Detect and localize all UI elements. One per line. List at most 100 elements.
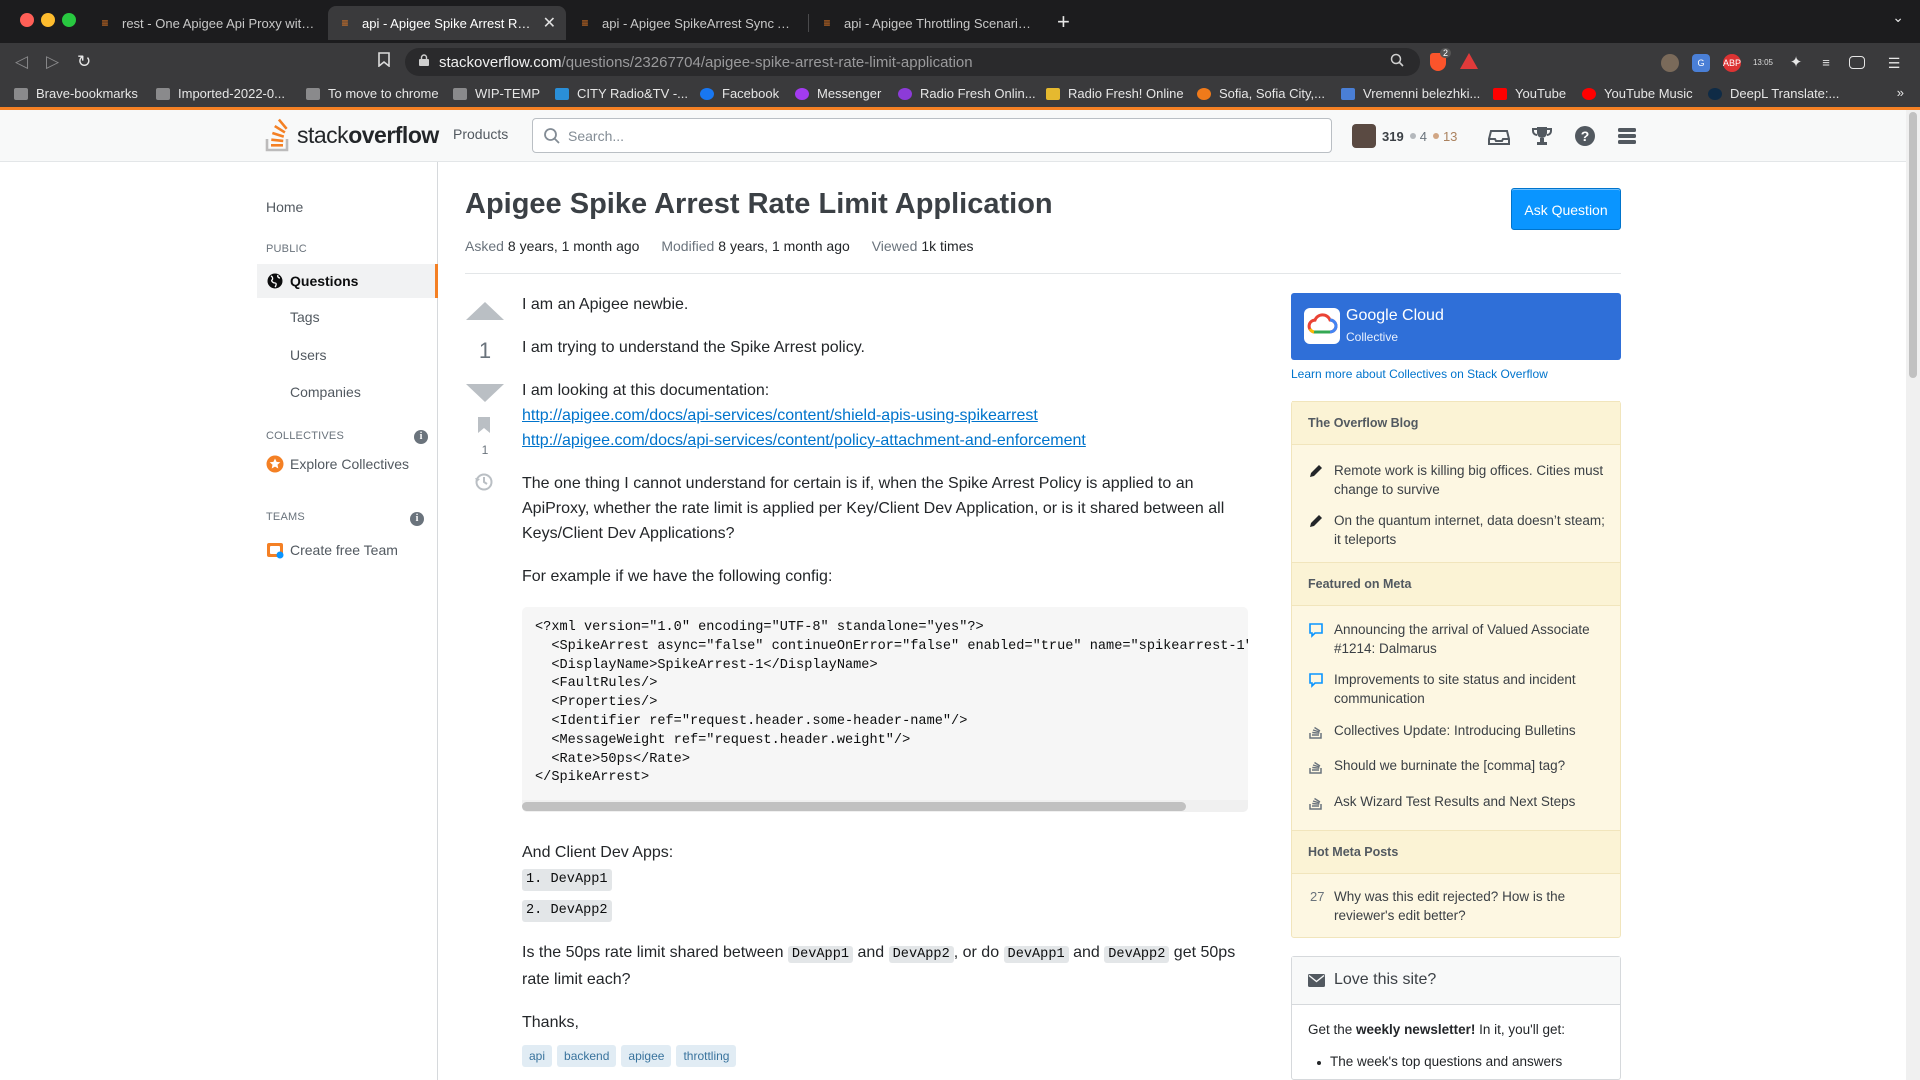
extension-adblock-icon[interactable]: ABP — [1723, 54, 1741, 72]
code-scrollbar-thumb[interactable] — [522, 802, 1186, 811]
meta-item-text[interactable]: Improvements to site status and incident… — [1334, 670, 1614, 708]
zoom-icon[interactable] — [1390, 53, 1404, 71]
extension-owl-icon[interactable] — [1661, 54, 1679, 72]
radio-fresh-icon — [1046, 87, 1060, 100]
bookmark-folder[interactable]: Brave-bookmarks — [14, 86, 138, 101]
meta-item-text[interactable]: Ask Wizard Test Results and Next Steps — [1334, 792, 1614, 811]
nav-explore-collectives[interactable]: Explore Collectives — [266, 455, 409, 473]
wallet-icon[interactable] — [1849, 56, 1865, 69]
pencil-icon — [1310, 465, 1322, 477]
newsletter-text: Get the weekly newsletter! In it, you'll… — [1308, 1022, 1565, 1037]
window-minimize-button[interactable] — [41, 13, 55, 27]
bookmark-link[interactable]: Radio Fresh! Online — [1046, 86, 1184, 101]
browser-tab-3[interactable]: ≡ api - Apigee SpikeArrest Sync Acros — [568, 6, 806, 40]
nav-questions[interactable]: Questions — [257, 264, 438, 298]
nav-users[interactable]: Users — [290, 347, 327, 363]
user-card[interactable]: 319 4 13 — [1352, 124, 1457, 148]
extension-translate-icon[interactable]: G — [1692, 54, 1710, 72]
meta-item-text[interactable]: Collectives Update: Introducing Bulletin… — [1334, 721, 1614, 740]
collectives-info-icon[interactable]: i — [414, 430, 428, 444]
browser-menu-icon[interactable]: ☰ — [1885, 54, 1903, 72]
search-input[interactable] — [568, 126, 1308, 146]
bookmark-link[interactable]: YouTube — [1493, 86, 1566, 101]
forward-arrow-icon[interactable]: ▷ — [46, 52, 59, 72]
window-close-button[interactable] — [20, 13, 34, 27]
collective-name[interactable]: Google Cloud — [1346, 307, 1444, 325]
extensions-puzzle-icon[interactable]: ✦ — [1787, 54, 1805, 72]
post-paragraph: I am looking at this documentation: http… — [522, 378, 1248, 453]
bookmark-link[interactable]: Sofia, Sofia City,... — [1197, 86, 1325, 101]
site-search[interactable] — [532, 118, 1332, 153]
question-title[interactable]: Apigee Spike Arrest Rate Limit Applicati… — [465, 188, 1053, 221]
tab-separator — [808, 14, 809, 32]
browser-tab-1[interactable]: ≡ rest - One Apigee Api Proxy with a c — [88, 6, 326, 40]
tab-list-chevron-icon[interactable]: ⌄ — [1892, 9, 1904, 26]
brave-rewards-icon[interactable] — [1460, 53, 1478, 69]
logo-wordmark: stackoverflow — [297, 121, 439, 148]
browser-tab-4[interactable]: ≡ api - Apigee Throttling Scenario - S — [810, 6, 1048, 40]
browser-tab-2-active[interactable]: ≡ api - Apigee Spike Arrest Rate L ✕ — [328, 6, 566, 40]
code-block[interactable]: <?xml version="1.0" encoding="UTF-8" sta… — [522, 607, 1248, 812]
window-zoom-button[interactable] — [62, 13, 76, 27]
back-arrow-icon[interactable]: ◁ — [15, 52, 28, 72]
bookmark-link[interactable]: YouTube Music — [1582, 86, 1693, 101]
nav-create-team[interactable]: Create free Team — [266, 541, 398, 559]
blog-item-text[interactable]: On the quantum internet, data doesn’t st… — [1334, 511, 1614, 549]
bookmark-link[interactable]: CITY Radio&TV -... — [555, 86, 688, 101]
ask-question-button[interactable]: Ask Question — [1511, 188, 1621, 230]
bookmark-folder[interactable]: To move to chrome — [306, 86, 439, 101]
bookmark-folder[interactable]: WIP-TEMP — [453, 86, 540, 101]
nav-companies[interactable]: Companies — [290, 384, 361, 400]
modified-value[interactable]: 8 years, 1 month ago — [718, 238, 850, 254]
downvote-arrow-icon[interactable] — [466, 384, 504, 402]
bookmark-page-icon[interactable] — [378, 52, 390, 71]
url-text: stackoverflow.com/questions/23267704/api… — [439, 54, 973, 71]
history-icon[interactable] — [474, 472, 494, 492]
achievements-trophy-icon[interactable] — [1531, 125, 1553, 147]
page-scrollbar[interactable] — [1906, 110, 1920, 1080]
collective-card[interactable]: Google Cloud Collective — [1291, 293, 1621, 360]
inline-code: DevApp2 — [888, 946, 954, 963]
post-text: , or do — [953, 944, 1004, 961]
meta-item-text[interactable]: Should we burninate the [comma] tag? — [1334, 756, 1614, 775]
code-horizontal-scrollbar[interactable] — [522, 800, 1248, 812]
bookmark-icon[interactable] — [477, 416, 491, 434]
products-menu[interactable]: Products — [453, 126, 508, 142]
reading-list-icon[interactable]: ≡ — [1817, 54, 1835, 72]
teams-info-icon[interactable]: i — [410, 512, 424, 526]
learn-more-collectives-link[interactable]: Learn more about Collectives on Stack Ov… — [1291, 367, 1548, 381]
inbox-icon[interactable] — [1488, 125, 1510, 147]
bookmark-link[interactable]: Messenger — [795, 86, 881, 101]
new-tab-button[interactable]: + — [1057, 9, 1070, 35]
bookmark-link[interactable]: Facebook — [700, 86, 779, 101]
globe-icon — [267, 273, 283, 289]
doc-link-policy-attachment[interactable]: http://apigee.com/docs/api-services/cont… — [522, 428, 1248, 453]
nav-home[interactable]: Home — [266, 199, 303, 215]
hot-meta-text[interactable]: Why was this edit rejected? How is the r… — [1334, 887, 1614, 925]
upvote-arrow-icon[interactable] — [466, 302, 504, 320]
tag-apigee[interactable]: apigee — [621, 1045, 672, 1067]
reload-icon[interactable]: ↻ — [77, 52, 91, 72]
bookmark-link[interactable]: Vremenni belezhki... — [1341, 86, 1480, 101]
site-switcher-icon[interactable] — [1616, 125, 1638, 147]
nav-tags[interactable]: Tags — [290, 309, 320, 325]
tag-backend[interactable]: backend — [557, 1045, 617, 1067]
bookmark-link[interactable]: DeepL Translate:... — [1708, 86, 1839, 101]
doc-link-spikearrest[interactable]: http://apigee.com/docs/api-services/cont… — [522, 403, 1248, 428]
tag-api[interactable]: api — [522, 1045, 553, 1067]
blog-item-text[interactable]: Remote work is killing big offices. Citi… — [1334, 461, 1614, 499]
bookmark-link[interactable]: Radio Fresh Onlin... — [898, 86, 1036, 101]
help-icon[interactable]: ? — [1574, 125, 1596, 147]
page-scrollbar-thumb[interactable] — [1909, 112, 1917, 378]
stackoverflow-logo-icon — [265, 118, 289, 152]
bookmark-folder[interactable]: Imported-2022-0... — [156, 86, 285, 101]
meta-item-text[interactable]: Announcing the arrival of Valued Associa… — [1334, 620, 1614, 658]
extension-clock-icon[interactable]: 13:05 — [1751, 54, 1775, 72]
stackoverflow-logo[interactable]: stackoverflow — [265, 118, 439, 152]
address-bar[interactable]: stackoverflow.com/questions/23267704/api… — [405, 48, 1420, 76]
tag-throttling[interactable]: throttling — [676, 1045, 737, 1067]
bookmarks-more-button[interactable]: » — [1897, 85, 1904, 100]
code-text: <?xml version="1.0" encoding="UTF-8" sta… — [535, 620, 1248, 786]
silver-badge-icon — [1409, 133, 1416, 139]
tab-close-icon[interactable]: ✕ — [543, 13, 556, 33]
